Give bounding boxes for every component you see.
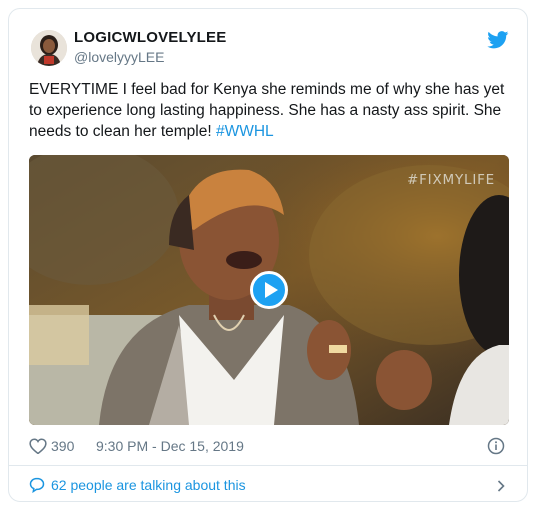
heart-icon[interactable] [29,438,47,455]
tweet-meta-row: 390 9:30 PM - Dec 15, 2019 [29,437,509,457]
avatar[interactable] [31,30,67,66]
author-handle[interactable]: @lovelyyyLEE [74,49,164,65]
twitter-bird-icon[interactable] [487,31,509,49]
hashtag-link[interactable]: #WWHL [216,123,274,140]
chevron-right-icon [497,479,505,492]
author-display-name[interactable]: LOGICWLOVELYLEE [74,29,226,46]
tweet-text: EVERYTIME I feel bad for Kenya she remin… [29,79,509,142]
play-icon [265,282,278,298]
video-thumbnail[interactable]: #FIXMYLIFE [29,155,509,425]
tweet-timestamp[interactable]: 9:30 PM - Dec 15, 2019 [96,438,244,454]
like-count: 390 [51,438,75,454]
tweet-card: LOGICWLOVELYLEE @lovelyyyLEE EVERYTIME I… [8,8,528,502]
divider [9,465,527,466]
play-button[interactable] [250,271,288,309]
talking-about-link[interactable]: 62 people are talking about this [29,474,509,496]
info-icon[interactable] [487,437,505,455]
talking-about-text: 62 people are talking about this [51,477,246,493]
video-watermark: #FIXMYLIFE [407,172,495,188]
comment-icon [29,477,45,494]
